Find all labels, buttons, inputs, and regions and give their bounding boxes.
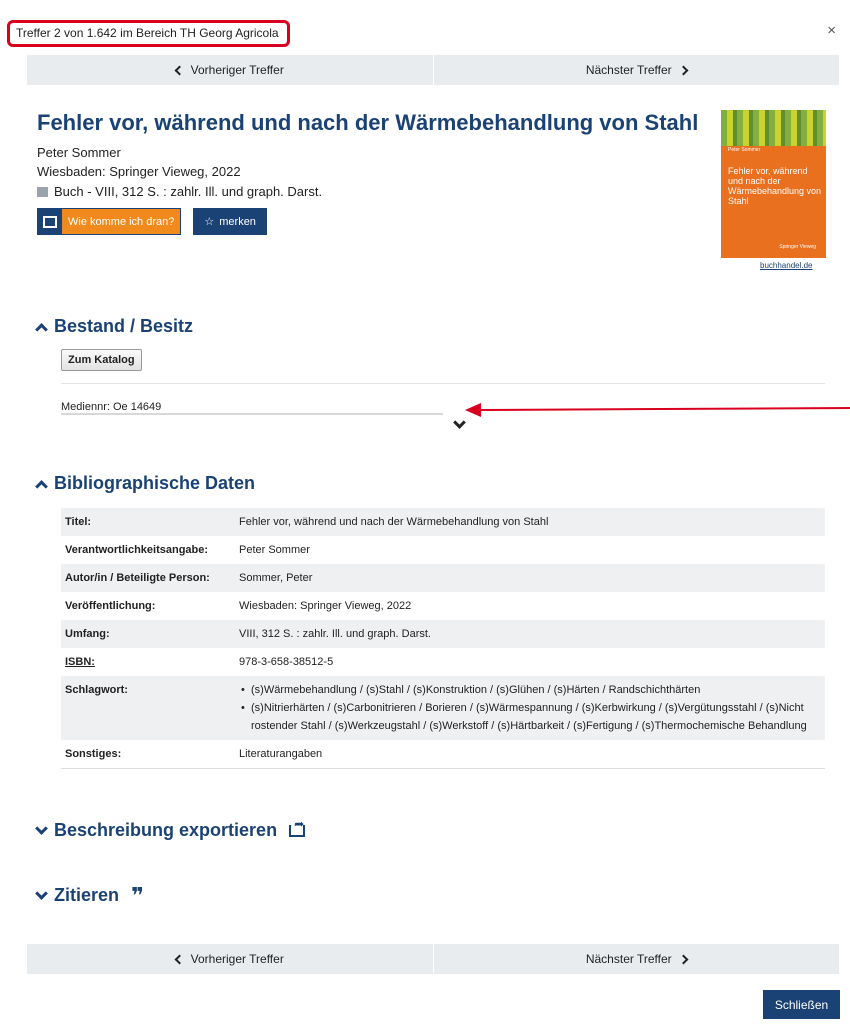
quote-icon: ❞: [131, 882, 144, 908]
biblio-key: Autor/in / Beteiligte Person:: [65, 572, 210, 584]
media-number-underline: [61, 413, 443, 415]
record-author: Peter Sommer: [37, 145, 121, 160]
record-actions: Wie komme ich dran? ☆ merken: [37, 208, 267, 235]
save-button[interactable]: ☆ merken: [193, 208, 267, 235]
biblio-row: Umfang: VIII, 312 S. : zahlr. Ill. und g…: [61, 620, 825, 648]
biblio-heading-label: Bibliographische Daten: [54, 473, 256, 493]
biblio-key: Schlagwort:: [65, 684, 128, 696]
biblio-row: Autor/in / Beteiligte Person: Sommer, Pe…: [61, 564, 825, 592]
next-hit-label: Nächster Treffer: [585, 952, 672, 966]
next-hit-button[interactable]: Nächster Treffer: [433, 55, 839, 85]
record-title: Fehler vor, während und nach der Wärmebe…: [37, 110, 699, 135]
availability-button[interactable]: Wie komme ich dran?: [37, 208, 182, 235]
chevron-down-icon: [35, 886, 48, 900]
next-hit-button[interactable]: Nächster Treffer: [433, 944, 839, 974]
biblio-key: Umfang:: [65, 628, 110, 640]
chevron-down-icon[interactable]: [453, 416, 466, 429]
chevron-right-icon: [678, 954, 689, 964]
pager-top: Vorheriger Treffer Nächster Treffer: [27, 55, 839, 85]
availability-label: Wie komme ich dran?: [62, 209, 181, 234]
cite-heading-label: Zitieren: [54, 885, 120, 905]
cover-source-link[interactable]: buchhandel.de: [760, 261, 813, 270]
biblio-key: Verantwortlichkeitsangabe:: [65, 544, 209, 556]
next-hit-label: Nächster Treffer: [585, 63, 672, 77]
book-icon: [37, 186, 48, 197]
isbn-abbr: ISBN:: [65, 656, 95, 668]
cover-pattern: [721, 110, 826, 146]
biblio-row: Sonstiges: Literaturangaben: [61, 740, 825, 769]
biblio-row: ISBN: 978-3-658-38512-5: [61, 648, 825, 676]
chevron-up-icon: [35, 479, 48, 493]
biblio-key: Titel:: [65, 516, 92, 528]
biblio-key: Veröffentlichung:: [65, 600, 156, 612]
chevron-left-icon: [174, 65, 185, 75]
annotation-arrow: [465, 403, 850, 417]
biblio-value: Fehler vor, während und nach der Wärmebe…: [239, 516, 549, 528]
chevron-down-icon: [35, 821, 48, 835]
subject-list: (s)Wärmebehandlung / (s)Stahl / (s)Konst…: [239, 681, 821, 735]
divider: [61, 383, 825, 384]
previous-hit-label: Vorheriger Treffer: [190, 952, 284, 966]
dialog-header: Treffer 2 von 1.642 im Bereich TH Georg …: [0, 0, 850, 52]
catalog-button[interactable]: Zum Katalog: [61, 349, 142, 371]
biblio-value: VIII, 312 S. : zahlr. Ill. und graph. Da…: [239, 628, 431, 640]
star-outline-icon: ☆: [204, 216, 215, 228]
subject-entry[interactable]: (s)Nitrierhärten / (s)Carbonitrieren / B…: [239, 699, 821, 735]
previous-hit-button[interactable]: Vorheriger Treffer: [27, 944, 434, 974]
biblio-row: Schlagwort: (s)Wärmebehandlung / (s)Stah…: [61, 676, 825, 740]
biblio-row: Verantwortlichkeitsangabe: Peter Sommer: [61, 536, 825, 564]
cover-publisher: Springer Vieweg: [779, 244, 816, 250]
pager-bottom: Vorheriger Treffer Nächster Treffer: [27, 944, 839, 974]
hit-counter: Treffer 2 von 1.642 im Bereich TH Georg …: [7, 20, 290, 47]
holdings-heading[interactable]: Bestand / Besitz: [35, 316, 194, 337]
record-published: Wiesbaden: Springer Vieweg, 2022: [37, 164, 241, 179]
chevron-right-icon: [678, 65, 689, 75]
close-icon[interactable]: ×: [827, 22, 836, 39]
media-number: Mediennr: Oe 14649: [61, 401, 162, 413]
biblio-value: 978-3-658-38512-5: [239, 656, 334, 668]
biblio-heading[interactable]: Bibliographische Daten: [35, 473, 256, 494]
biblio-value: Literaturangaben: [235, 740, 825, 769]
share-icon: [289, 817, 306, 837]
book-cover[interactable]: Peter Sommer Fehler vor, während und nac…: [721, 110, 826, 258]
availability-icon: [38, 209, 62, 234]
biblio-value: Peter Sommer: [239, 544, 310, 556]
cover-title: Fehler vor, während und nach der Wärmebe…: [728, 166, 822, 206]
subject-entry[interactable]: (s)Wärmebehandlung / (s)Stahl / (s)Konst…: [239, 681, 821, 699]
biblio-key: Sonstiges:: [61, 740, 235, 769]
record-format-text: Buch - VIII, 312 S. : zahlr. Ill. und gr…: [54, 184, 323, 199]
isbn-key: ISBN:: [61, 648, 235, 676]
export-heading[interactable]: Beschreibung exportieren: [35, 817, 306, 841]
biblio-value: Sommer, Peter: [239, 572, 313, 584]
save-label: merken: [219, 215, 256, 228]
holdings-heading-label: Bestand / Besitz: [54, 316, 194, 336]
biblio-value: Wiesbaden: Springer Vieweg, 2022: [239, 600, 412, 612]
subject-list-cell: (s)Wärmebehandlung / (s)Stahl / (s)Konst…: [235, 676, 825, 740]
cover-author: Peter Sommer: [728, 147, 761, 153]
chevron-up-icon: [35, 322, 48, 336]
record-format: Buch - VIII, 312 S. : zahlr. Ill. und gr…: [37, 184, 322, 199]
cite-heading[interactable]: Zitieren ❞: [35, 882, 144, 908]
biblio-row: Titel: Fehler vor, während und nach der …: [61, 508, 825, 536]
biblio-table: Titel: Fehler vor, während und nach der …: [61, 508, 825, 769]
chevron-left-icon: [174, 954, 185, 964]
previous-hit-label: Vorheriger Treffer: [190, 63, 284, 77]
biblio-row: Veröffentlichung: Wiesbaden: Springer Vi…: [61, 592, 825, 620]
export-heading-label: Beschreibung exportieren: [54, 820, 278, 840]
previous-hit-button[interactable]: Vorheriger Treffer: [27, 55, 434, 85]
close-button[interactable]: Schließen: [763, 990, 840, 1019]
